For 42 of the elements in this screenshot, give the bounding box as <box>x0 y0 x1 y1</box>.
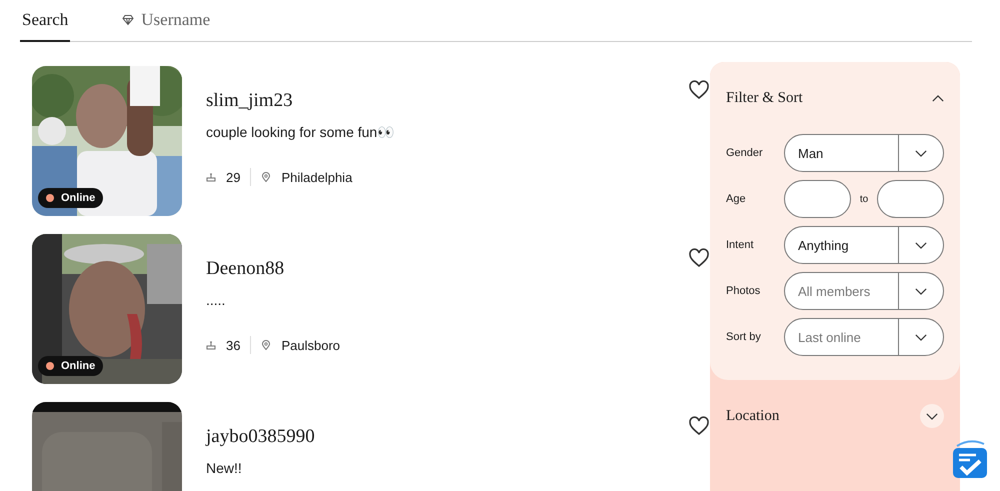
location-pin-icon <box>261 172 272 182</box>
chevron-down-icon <box>915 150 927 156</box>
select-field[interactable]: Last online <box>784 318 944 356</box>
heart-icon[interactable] <box>688 80 710 100</box>
username[interactable]: jaybo0385990 <box>206 426 710 448</box>
chevron-down-icon <box>915 288 927 294</box>
age-icon <box>206 172 216 182</box>
online-badge: Online <box>38 188 104 208</box>
username[interactable]: slim_jim23 <box>206 90 710 112</box>
chevron-down-icon <box>915 242 927 248</box>
heart-icon[interactable] <box>688 416 710 436</box>
field-label: Photos <box>726 285 762 297</box>
field-label: Sort by <box>726 331 762 343</box>
select-field[interactable]: Anything <box>784 226 944 264</box>
location-text: Philadelphia <box>281 170 352 184</box>
age-icon <box>206 340 216 350</box>
age-text: 36 <box>226 338 240 352</box>
field-label: Gender <box>726 147 764 159</box>
profile-bio: ..... <box>206 292 226 308</box>
field-label: Intent <box>726 239 755 251</box>
input-field[interactable] <box>877 180 944 218</box>
location-pin-icon <box>261 340 272 350</box>
range-separator: to <box>858 194 870 204</box>
heart-icon[interactable] <box>688 248 710 268</box>
profile-bio: couple looking for some fun👀 <box>206 124 396 140</box>
online-badge: Online <box>38 356 104 376</box>
panel-title: Filter & Sort <box>726 90 803 106</box>
tab[interactable]: Username <box>120 0 212 42</box>
chevron-down-icon <box>915 334 927 340</box>
section-title: Location <box>726 408 780 424</box>
tab[interactable]: Search <box>20 0 70 42</box>
expand-button[interactable] <box>920 404 944 428</box>
field-label: Age <box>726 193 747 205</box>
location-text: Paulsboro <box>281 338 340 352</box>
input-field[interactable] <box>784 180 851 218</box>
profile-bio: New!! <box>206 460 243 476</box>
diamond-icon <box>122 14 134 26</box>
username[interactable]: Deenon88 <box>206 258 710 280</box>
select-field[interactable]: Man <box>784 134 944 172</box>
chevron-icon <box>926 412 938 420</box>
age-text: 29 <box>226 170 240 184</box>
select-field[interactable]: All members <box>784 272 944 310</box>
